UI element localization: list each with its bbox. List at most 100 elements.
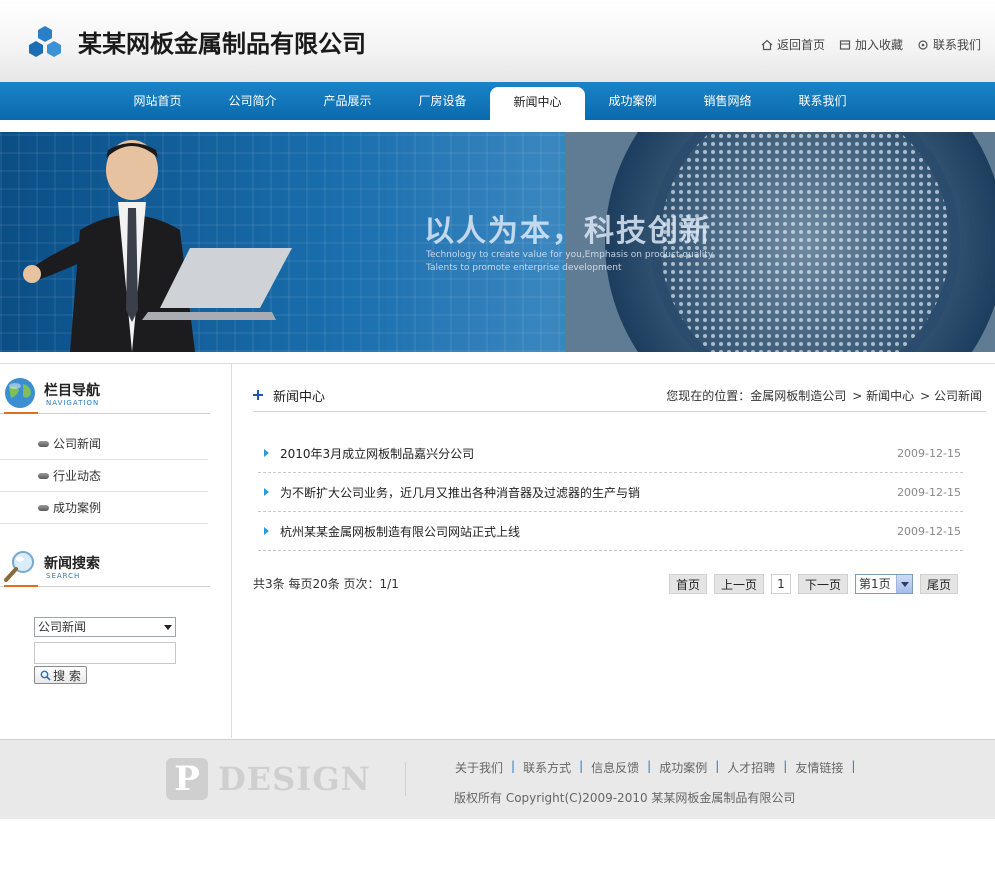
nav-facilities[interactable]: 厂房设备 [395, 82, 490, 120]
list-item: 2010年3月成立网板制品嘉兴分公司 2009-12-15 [258, 434, 963, 473]
footer-logo-mark: P [166, 758, 208, 800]
sidebar-item-label: 公司新闻 [53, 437, 102, 451]
home-icon [761, 39, 773, 50]
footer-link-feedback[interactable]: 信息反馈 [591, 759, 639, 776]
site-header: 某某网板金属制品有限公司 返回首页 加入收藏 联系我们 [0, 0, 995, 82]
globe-icon [5, 378, 35, 408]
sidebar-nav-title-en: NAVIGATION [46, 399, 100, 407]
sidebar-nav-list: 公司新闻 行业动态 成功案例 [0, 428, 208, 524]
page-select[interactable]: 第1页 [854, 574, 913, 594]
nav-spacer [0, 120, 995, 132]
site-footer: P DESIGN 关于我们 | 联系方式 | 信息反馈 | 成功案例 | 人才招聘 | 友… [0, 739, 995, 819]
news-title-link[interactable]: 为不断扩大公司业务，近几月又推出各种消音器及过滤器的生产与销 [280, 484, 640, 501]
footer-separator: | [647, 759, 652, 773]
prev-page-button[interactable]: 上一页 [713, 574, 764, 594]
header-accent-bar [4, 412, 38, 414]
nav-contact[interactable]: 联系我们 [775, 82, 870, 120]
news-title-link[interactable]: 杭州某某金属网板制造有限公司网站正式上线 [280, 523, 520, 540]
search-input[interactable] [34, 642, 176, 664]
breadcrumb-company-news[interactable]: > 公司新闻 [920, 387, 982, 404]
news-date: 2009-12-15 [897, 446, 961, 460]
banner-subtitle-2: Talents to promote enterprise developmen… [426, 263, 622, 273]
bookmark-link-label: 加入收藏 [854, 38, 903, 52]
search-button[interactable]: 搜 索 [34, 666, 87, 684]
businessman-laptop-image [23, 140, 292, 352]
contact-icon [918, 39, 928, 50]
magnifier-icon [4, 551, 34, 582]
nav-sales[interactable]: 销售网络 [680, 82, 775, 120]
breadcrumb-home[interactable]: 金属网板制造公司 [750, 389, 846, 403]
footer-link-friends[interactable]: 友情链接 [795, 759, 843, 776]
banner-subtitle-1: Technology to create value for you,Empha… [426, 250, 714, 260]
arrow-bullet-icon [262, 487, 276, 497]
home-link-label: 返回首页 [776, 38, 825, 52]
page-title: 新闻中心 [273, 390, 326, 405]
main-content: 新闻中心 您现在的位置：金属网板制造公司 > 新闻中心 > 公司新闻 2010年… [233, 364, 995, 738]
header-accent-bar [4, 585, 38, 587]
banner-title: 以人为本，科技创新 [424, 214, 712, 249]
nav-products[interactable]: 产品展示 [300, 82, 395, 120]
main-nav: 网站首页 公司简介 产品展示 厂房设备 新闻中心 成功案例 销售网络 联系我们 [0, 82, 995, 120]
main-header: 新闻中心 您现在的位置：金属网板制造公司 > 新闻中心 > 公司新闻 [253, 382, 986, 412]
sidebar-item-label: 成功案例 [53, 501, 102, 515]
breadcrumb-prefix: 您现在的位置：金属网板制造公司 [666, 389, 847, 403]
company-name: 某某网板金属制品有限公司 [78, 30, 366, 58]
pagination: 首页 上一页 1 下一页 第1页 尾页 [668, 574, 958, 594]
news-date: 2009-12-15 [897, 524, 961, 538]
footer-link-cases[interactable]: 成功案例 [659, 759, 707, 776]
last-page-button[interactable]: 尾页 [919, 574, 958, 594]
footer-link-jobs[interactable]: 人才招聘 [727, 759, 775, 776]
news-list: 2010年3月成立网板制品嘉兴分公司 2009-12-15 为不断扩大公司业务，… [258, 434, 963, 551]
bullet-icon [38, 440, 49, 447]
sidebar-item-label: 行业动态 [53, 469, 102, 483]
search-icon [40, 670, 51, 681]
bookmark-link[interactable]: 加入收藏 [839, 36, 903, 53]
breadcrumb-news[interactable]: > 新闻中心 [852, 387, 914, 404]
search-category-select[interactable]: 公司新闻 [34, 617, 176, 637]
footer-separator: | [783, 759, 788, 773]
current-page-number[interactable]: 1 [770, 574, 791, 594]
nav-cases[interactable]: 成功案例 [585, 82, 680, 120]
page-select-value: 第1页 [858, 577, 891, 591]
sidebar-search-title-en: SEARCH [46, 572, 81, 580]
copyright-text: 版权所有 Copyright(C)2009-2010 某某网板金属制品有限公司 [454, 791, 796, 805]
list-item: 为不断扩大公司业务，近几月又推出各种消音器及过滤器的生产与销 2009-12-1… [258, 473, 963, 512]
footer-link-about[interactable]: 关于我们 [455, 759, 503, 776]
sidebar-item-cases[interactable]: 成功案例 [0, 492, 208, 524]
nav-about[interactable]: 公司简介 [205, 82, 300, 120]
nav-home[interactable]: 网站首页 [110, 82, 205, 120]
news-title-link[interactable]: 2010年3月成立网板制品嘉兴分公司 [280, 445, 474, 462]
contact-link[interactable]: 联系我们 [917, 36, 981, 53]
sidebar-item-company-news[interactable]: 公司新闻 [0, 428, 208, 460]
news-date: 2009-12-15 [897, 485, 961, 499]
breadcrumb: 您现在的位置：金属网板制造公司 > 新闻中心 > 公司新闻 [666, 387, 982, 404]
nav-news[interactable]: 新闻中心 [490, 87, 585, 120]
sidebar-nav-title: 栏目导航 [44, 383, 100, 399]
cubes-logo-icon [29, 26, 61, 57]
footer-logo-text: DESIGN [218, 760, 371, 798]
bookmark-icon [839, 39, 851, 50]
footer-link-contact[interactable]: 联系方式 [523, 759, 571, 776]
banner-divider [0, 352, 995, 364]
chevron-down-icon [164, 625, 172, 630]
bullet-icon [38, 472, 49, 479]
home-link[interactable]: 返回首页 [761, 36, 825, 53]
footer-separator: | [579, 759, 584, 773]
sidebar: 栏目导航 NAVIGATION 公司新闻 行业动态 成功案例 新闻搜索 SEAR… [0, 364, 232, 738]
sidebar-search-header: 新闻搜索 SEARCH [0, 537, 210, 587]
arrow-bullet-icon [262, 448, 276, 458]
sidebar-item-industry-news[interactable]: 行业动态 [0, 460, 208, 492]
arrow-bullet-icon [262, 526, 276, 536]
sidebar-search-title: 新闻搜索 [44, 556, 100, 572]
footer-divider [405, 762, 406, 796]
next-page-button[interactable]: 下一页 [797, 574, 848, 594]
first-page-button[interactable]: 首页 [668, 574, 707, 594]
footer-separator: | [715, 759, 720, 773]
footer-links: 关于我们 | 联系方式 | 信息反馈 | 成功案例 | 人才招聘 | 友情链接 | [455, 759, 863, 776]
footer-separator: | [511, 759, 516, 773]
sidebar-nav-header: 栏目导航 NAVIGATION [0, 364, 210, 414]
pager-info: 共3条 每页20条 页次：1/1 [253, 577, 399, 591]
search-category-value: 公司新闻 [38, 620, 87, 634]
chevron-down-icon [895, 575, 912, 593]
bullet-icon [38, 504, 49, 511]
